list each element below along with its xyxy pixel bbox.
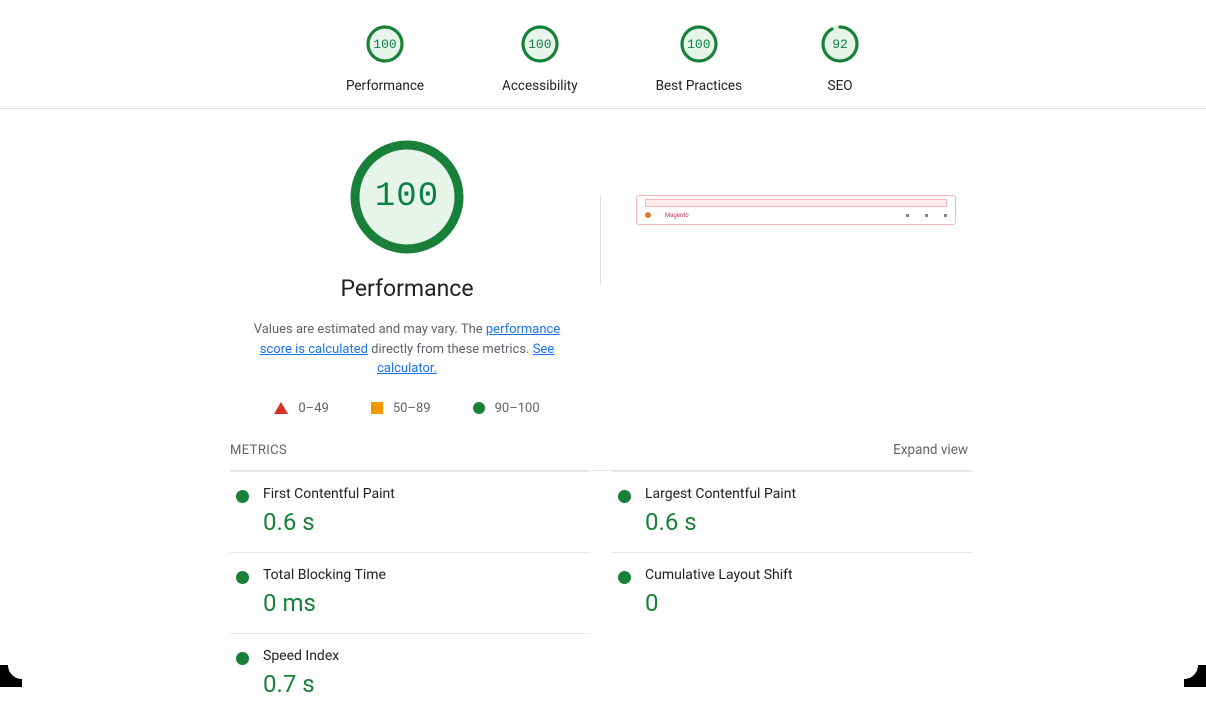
legend-label: 90–100 [495,401,540,416]
metric-name: Largest Contentful Paint [645,486,796,502]
metric-fcp[interactable]: First Contentful Paint 0.6 s [230,471,590,552]
triangle-icon [274,402,288,414]
gauge-value: 100 [347,137,467,257]
metric-name: Total Blocking Time [263,567,386,583]
section-title: Performance [230,275,584,302]
note-text: Values are estimated and may vary. The [254,322,486,337]
metric-name: Cumulative Layout Shift [645,567,793,583]
circle-icon [473,402,485,414]
score-strip: 100 Performance 100 Accessibility 100 Be… [0,0,1206,108]
metric-lcp[interactable]: Largest Contentful Paint 0.6 s [612,471,972,552]
screenshot-icon [944,214,947,217]
metrics-header: METRICS Expand view [0,442,1206,458]
screenshot-icon [906,214,909,217]
score-performance[interactable]: 100 Performance [346,24,424,94]
page-screenshot-thumb[interactable]: Magento [636,195,956,225]
note-text: directly from these metrics. [368,342,533,357]
score-best-practices[interactable]: 100 Best Practices [656,24,742,94]
gauge-value: 100 [365,24,405,64]
performance-note: Values are estimated and may vary. The p… [230,320,584,379]
status-pass-icon [236,490,249,503]
metrics-heading: METRICS [230,443,287,458]
metric-value: 0.6 s [263,508,395,536]
metric-tbt[interactable]: Total Blocking Time 0 ms [230,552,590,633]
score-seo[interactable]: 92 SEO [820,24,860,94]
status-pass-icon [236,571,249,584]
gauge-value: 100 [679,24,719,64]
metric-value: 0.7 s [263,670,339,698]
score-label: SEO [828,78,853,94]
metric-value: 0 [645,589,793,617]
legend-label: 50–89 [393,401,431,416]
score-label: Accessibility [502,78,578,94]
legend-fail: 0–49 [274,401,328,416]
legend-label: 0–49 [298,401,328,416]
metric-value: 0 ms [263,589,386,617]
expand-view-button[interactable]: Expand view [893,442,968,458]
gauge-performance: 100 [365,24,405,64]
legend-pass: 90–100 [473,401,540,416]
metric-value: 0.6 s [645,508,796,536]
score-accessibility[interactable]: 100 Accessibility [502,24,578,94]
metric-cls[interactable]: Cumulative Layout Shift 0 [612,552,972,633]
gauge-value: 100 [520,24,560,64]
metric-name: Speed Index [263,648,339,664]
square-icon [371,402,383,414]
gauge-performance-large: 100 [347,137,467,257]
score-label: Performance [346,78,424,94]
legend-warn: 50–89 [371,401,431,416]
performance-section: 100 Performance Values are estimated and… [0,109,1206,416]
screenshot-brand: Magento [665,212,689,219]
metric-name: First Contentful Paint [263,486,395,502]
status-pass-icon [236,652,249,665]
gauge-seo: 92 [820,24,860,64]
screenshot-icon [925,214,928,217]
gauge-best-practices: 100 [679,24,719,64]
score-label: Best Practices [656,78,742,94]
gauge-value: 92 [820,24,860,64]
magento-logo-icon [645,212,651,218]
status-pass-icon [618,571,631,584]
vertical-divider [600,195,601,285]
metric-si[interactable]: Speed Index 0.7 s [230,633,590,714]
gauge-accessibility: 100 [520,24,560,64]
score-legend: 0–49 50–89 90–100 [230,401,584,416]
metrics-grid: First Contentful Paint 0.6 s Largest Con… [0,458,1206,714]
status-pass-icon [618,490,631,503]
